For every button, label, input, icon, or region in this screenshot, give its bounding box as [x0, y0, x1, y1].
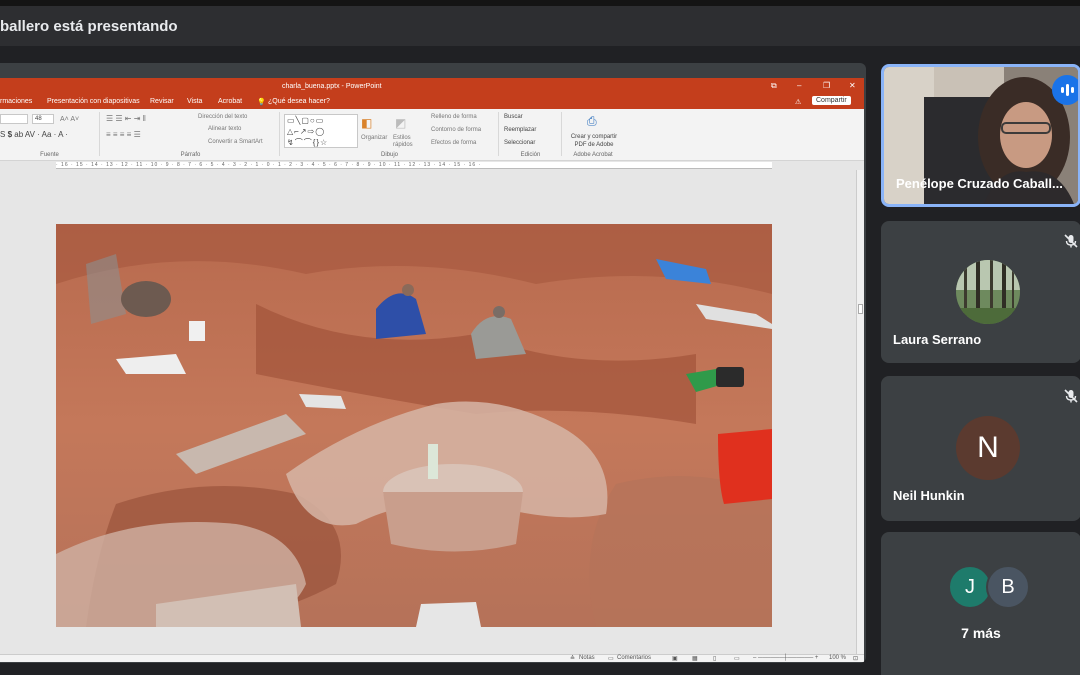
acrobat-group-label: Adobe Acrobat	[573, 152, 613, 158]
tab-informaciones[interactable]: rmaciones	[0, 98, 32, 105]
normal-view-icon[interactable]: ▣	[672, 655, 678, 662]
shape-effects-button[interactable]: Efectos de forma	[431, 140, 476, 146]
participant-name: Neil Hunkin	[893, 488, 965, 503]
font-name-box[interactable]	[0, 114, 28, 124]
acrobat-group: ⎙ Crear y compartir PDF de Adobe Adobe A…	[563, 112, 623, 158]
ribbon-display-icon[interactable]: ⧉	[771, 81, 777, 91]
align-text-button[interactable]: Alinear texto	[208, 126, 241, 132]
ppt-title-bar: charla_buena.pptx - PowerPoint ⧉ – ❐ ✕	[0, 78, 864, 95]
align-buttons[interactable]: ≡ ≡ ≡ ≡ ☰	[106, 130, 141, 139]
horizontal-ruler: · 16 · 15 · 14 · 13 · 12 · 11 · 10 · 9 ·…	[56, 162, 772, 169]
notes-icon[interactable]: ≙	[570, 655, 575, 662]
ppt-status-bar: ≙ Notas ▭ Comentarios ▣ ▦ ▯ ▭ – ──────┼─…	[0, 654, 864, 662]
quick-styles-button[interactable]: Estilos rápidos	[393, 135, 423, 149]
list-buttons[interactable]: ☰ ☰ ⇤ ⇥ ‖	[106, 114, 146, 123]
slide-canvas	[0, 170, 856, 654]
participant-tile-laura[interactable]: Laura Serrano	[881, 221, 1080, 363]
shapes-gallery[interactable]: ▭╲▢○▭ △⌐↗⇨◯ ↯⌒⌒{}☆	[284, 114, 358, 148]
participant-tile-neil[interactable]: N Neil Hunkin	[881, 376, 1080, 521]
warning-icon: ⚠	[795, 99, 802, 106]
font-style-buttons[interactable]: S $ ab AV · Aa · A ·	[0, 130, 68, 139]
speaking-indicator-icon	[1052, 75, 1078, 105]
participant-tile-presenter[interactable]: Penélope Cruzado Caball...	[881, 64, 1080, 207]
share-button[interactable]: Compartir	[812, 96, 851, 105]
vertical-scrollbar[interactable]	[856, 170, 864, 654]
tab-review[interactable]: Revisar	[150, 98, 174, 105]
drawing-group-label: Dibujo	[380, 152, 398, 158]
avatar: B	[986, 565, 1030, 609]
comments-icon[interactable]: ▭	[608, 655, 614, 662]
pdf-icon[interactable]: ⎙	[587, 114, 597, 129]
editing-group: Buscar Reemplazar Seleccionar Edición	[500, 112, 562, 158]
maximize-icon[interactable]: ❐	[823, 81, 830, 90]
find-button[interactable]: Buscar	[504, 114, 523, 120]
avatar	[956, 260, 1020, 324]
ppt-menu-bar: rmaciones Presentación con diapositivas …	[0, 95, 864, 109]
tab-slideshow[interactable]: Presentación con diapositivas	[47, 98, 140, 105]
powerpoint-window: charla_buena.pptx - PowerPoint ⧉ – ❐ ✕ r…	[0, 78, 864, 662]
grow-font-icon[interactable]: A˄ A˅	[60, 116, 79, 123]
slideshow-icon[interactable]: ▭	[734, 655, 740, 662]
participant-name: Penélope Cruzado Caball...	[896, 176, 1063, 191]
minimize-icon[interactable]: –	[797, 81, 801, 90]
paragraph-group-label: Párrafo	[180, 152, 201, 158]
presenter-banner: ballero está presentando	[0, 6, 1080, 46]
mic-off-icon	[1064, 389, 1078, 403]
font-group: 48 A˄ A˅ S $ ab AV · Aa · A · Fuente	[0, 112, 100, 158]
tab-view[interactable]: Vista	[187, 98, 202, 105]
smartart-button[interactable]: Convertir a SmartArt	[208, 139, 263, 145]
more-participants-tile[interactable]: J B 7 más	[881, 532, 1080, 675]
replace-button[interactable]: Reemplazar	[504, 127, 536, 133]
text-direction-button[interactable]: Dirección del texto	[198, 114, 247, 120]
forest-avatar-image	[956, 260, 1020, 324]
comments-button[interactable]: Comentarios	[617, 655, 651, 661]
ribbon: 48 A˄ A˅ S $ ab AV · Aa · A · Fuente ☰ ☰…	[0, 109, 864, 161]
shared-screen[interactable]: charla_buena.pptx - PowerPoint ⧉ – ❐ ✕ r…	[0, 63, 866, 663]
presenter-banner-text: ballero está presentando	[0, 17, 178, 35]
slide-sorter-icon[interactable]: ▦	[692, 655, 698, 662]
create-pdf-button[interactable]: Crear y compartir PDF de Adobe	[565, 133, 623, 149]
reading-view-icon[interactable]: ▯	[713, 655, 716, 662]
participant-name: Laura Serrano	[893, 332, 982, 347]
shape-outline-button[interactable]: Contorno de forma	[431, 127, 481, 133]
font-size-box[interactable]: 48	[32, 114, 54, 124]
avatar: N	[956, 416, 1020, 480]
lightbulb-icon: 💡	[257, 99, 266, 106]
quick-styles-icon[interactable]: ◩	[395, 116, 406, 130]
ppt-window-title: charla_buena.pptx - PowerPoint	[282, 83, 382, 90]
tab-acrobat[interactable]: Acrobat	[218, 98, 242, 105]
notes-button[interactable]: Notas	[579, 655, 595, 661]
excavation-photo	[56, 224, 772, 627]
close-icon[interactable]: ✕	[849, 81, 856, 90]
select-button[interactable]: Seleccionar	[504, 140, 535, 146]
shape-fill-button[interactable]: Relleno de forma	[431, 114, 477, 120]
paragraph-group: ☰ ☰ ⇤ ⇥ ‖ ≡ ≡ ≡ ≡ ☰ Dirección del texto …	[102, 112, 280, 158]
zoom-level[interactable]: 100 %	[829, 655, 846, 661]
editing-group-label: Edición	[520, 152, 541, 158]
slide-photo[interactable]	[56, 224, 772, 627]
zoom-slider[interactable]: – ──────┼────── +	[753, 655, 818, 661]
organize-icon[interactable]: ◧	[361, 116, 372, 130]
organize-button[interactable]: Organizar	[361, 135, 387, 141]
scrollbar-thumb[interactable]	[858, 304, 863, 314]
more-participants-label: 7 más	[961, 625, 1001, 641]
mic-off-icon	[1064, 234, 1078, 248]
fit-slide-icon[interactable]: ⊡	[853, 655, 858, 662]
tell-me-input[interactable]: ¿Qué desea hacer?	[268, 98, 330, 105]
font-group-label: Fuente	[40, 152, 59, 158]
drawing-group: ▭╲▢○▭ △⌐↗⇨◯ ↯⌒⌒{}☆ ◧ Organizar ◩ Estilos r…	[281, 112, 499, 158]
